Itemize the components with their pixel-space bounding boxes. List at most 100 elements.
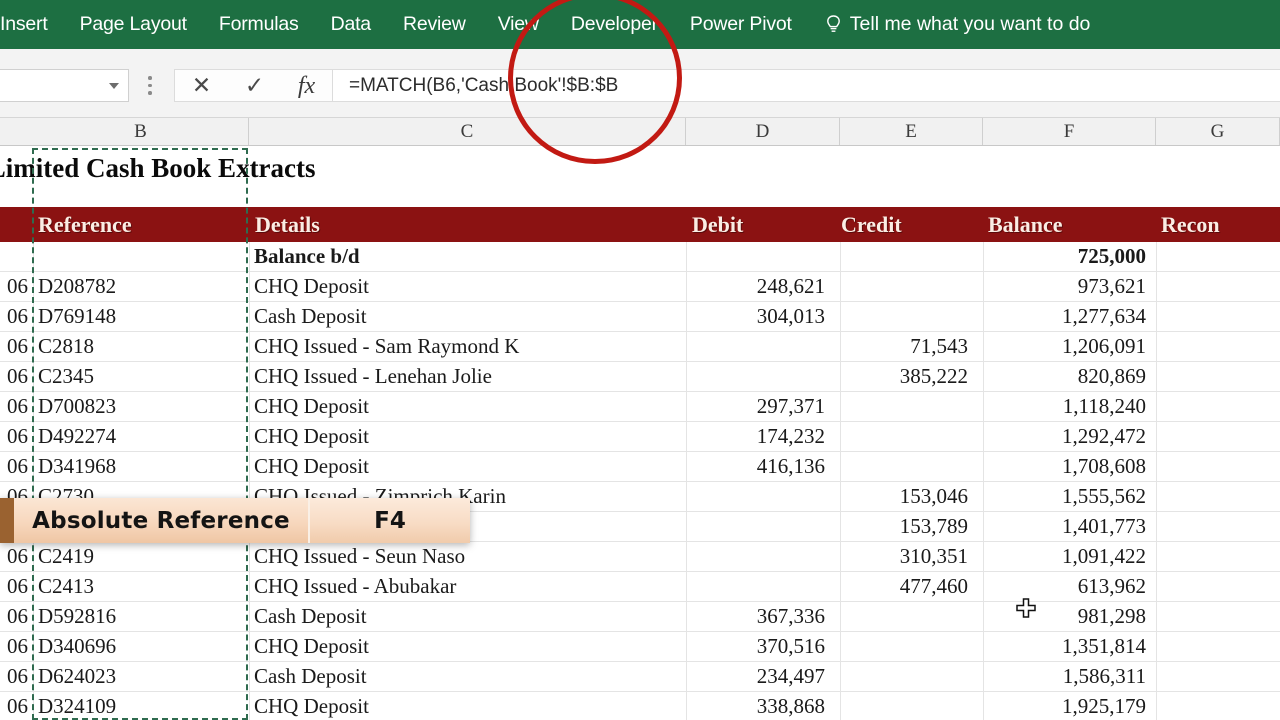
cancel-icon[interactable]: ✕ [192,74,211,97]
table-row[interactable]: 06 C2345 CHQ Issued - Lenehan Jolie 385,222… [0,362,1280,392]
cell-debit[interactable]: 367,336 [686,602,838,631]
cell-date[interactable]: 06 [0,632,30,661]
cell-balance[interactable]: 613,962 [983,572,1154,601]
cell-date[interactable]: 06 [0,602,30,631]
cell-details[interactable]: Balance b/d [249,242,684,271]
cell-recon[interactable] [1156,392,1280,421]
cell-date[interactable]: 06 [0,332,30,361]
cell-debit[interactable] [686,242,838,271]
cell-debit[interactable]: 416,136 [686,452,838,481]
cell-balance[interactable]: 1,277,634 [983,302,1154,331]
table-row[interactable]: Balance b/d 725,000 [0,242,1280,272]
ribbon-tab-review[interactable]: Review [387,0,482,49]
cell-balance[interactable]: 981,298 [983,602,1154,631]
cell-details[interactable]: CHQ Deposit [249,272,684,301]
cell-reference[interactable]: D340696 [33,632,245,661]
cell-balance[interactable]: 1,206,091 [983,332,1154,361]
table-row[interactable]: 06 D341968 CHQ Deposit 416,136 1,708,608 [0,452,1280,482]
cell-debit[interactable] [686,362,838,391]
cell-date[interactable]: 06 [0,452,30,481]
column-header-b[interactable]: B [33,118,249,145]
cell-balance[interactable]: 1,118,240 [983,392,1154,421]
column-header-e[interactable]: E [840,118,983,145]
cell-balance[interactable]: 973,621 [983,272,1154,301]
cell-credit[interactable]: 153,789 [840,512,981,541]
cell-recon[interactable] [1156,272,1280,301]
table-row[interactable]: 06 C2413 CHQ Issued - Abubakar 477,460 613,9… [0,572,1280,602]
cell-debit[interactable]: 248,621 [686,272,838,301]
cell-date[interactable]: 06 [0,542,30,571]
cell-reference[interactable]: D492274 [33,422,245,451]
cell-balance[interactable]: 1,091,422 [983,542,1154,571]
cell-reference[interactable]: C2413 [33,572,245,601]
cell-debit[interactable]: 304,013 [686,302,838,331]
name-box[interactable] [0,69,129,102]
cell-details[interactable]: CHQ Deposit [249,452,684,481]
insert-function-icon[interactable]: fx [298,74,315,98]
cell-date[interactable]: 06 [0,362,30,391]
cell-recon[interactable] [1156,482,1280,511]
table-row[interactable]: 06 D492274 CHQ Deposit 174,232 1,292,472 [0,422,1280,452]
ribbon-tab-formulas[interactable]: Formulas [203,0,315,49]
cell-credit[interactable]: 71,543 [840,332,981,361]
cell-reference[interactable]: D208782 [33,272,245,301]
cell-credit[interactable] [840,302,981,331]
cell-details[interactable]: CHQ Issued - Abubakar [249,572,684,601]
cell-balance[interactable]: 1,292,472 [983,422,1154,451]
cell-reference[interactable]: D769148 [33,302,245,331]
ribbon-tab-view[interactable]: View [482,0,555,49]
cell-reference[interactable]: C2419 [33,542,245,571]
cell-reference[interactable]: D592816 [33,602,245,631]
cell-reference[interactable]: D341968 [33,452,245,481]
cell-credit[interactable] [840,662,981,691]
ribbon-tab-page-layout[interactable]: Page Layout [64,0,203,49]
cell-credit[interactable] [840,692,981,720]
cell-balance[interactable]: 1,555,562 [983,482,1154,511]
cell-date[interactable]: 06 [0,422,30,451]
cell-debit[interactable]: 370,516 [686,632,838,661]
cell-debit[interactable] [686,482,838,511]
cell-details[interactable]: CHQ Issued - Sam Raymond K [249,332,684,361]
cell-date[interactable]: 06 [0,302,30,331]
cell-credit[interactable] [840,272,981,301]
formula-input[interactable]: =MATCH(B6,'Cash Book'!$B:$B [333,69,1280,102]
cell-credit[interactable] [840,632,981,661]
cell-credit[interactable] [840,422,981,451]
cell-recon[interactable] [1156,572,1280,601]
cell-recon[interactable] [1156,242,1280,271]
column-header-g[interactable]: G [1156,118,1280,145]
enter-icon[interactable]: ✓ [245,74,264,97]
cell-balance[interactable]: 1,925,179 [983,692,1154,720]
cell-details[interactable]: CHQ Issued - Seun Naso [249,542,684,571]
cell-date[interactable]: 06 [0,692,30,720]
cell-recon[interactable] [1156,512,1280,541]
table-row[interactable]: 06 D324109 CHQ Deposit 338,868 1,925,179 [0,692,1280,720]
cell-reference[interactable]: D700823 [33,392,245,421]
ribbon-tab-insert[interactable]: Insert [0,0,64,49]
table-row[interactable]: 06 D340696 CHQ Deposit 370,516 1,351,814 [0,632,1280,662]
cell-details[interactable]: Cash Deposit [249,662,684,691]
ribbon-tab-power-pivot[interactable]: Power Pivot [674,0,808,49]
cell-credit[interactable] [840,602,981,631]
cell-balance[interactable]: 1,351,814 [983,632,1154,661]
cell-credit[interactable]: 477,460 [840,572,981,601]
cell-balance[interactable]: 725,000 [983,242,1154,271]
cell-balance[interactable]: 1,708,608 [983,452,1154,481]
ribbon-tab-data[interactable]: Data [315,0,387,49]
cell-reference[interactable]: C2818 [33,332,245,361]
cell-date[interactable]: 06 [0,662,30,691]
cell-details[interactable]: CHQ Deposit [249,692,684,720]
cell-date[interactable]: 06 [0,392,30,421]
column-header-f[interactable]: F [983,118,1156,145]
chevron-down-icon[interactable] [109,83,119,89]
cell-balance[interactable]: 1,586,311 [983,662,1154,691]
cell-balance[interactable]: 1,401,773 [983,512,1154,541]
cell-credit[interactable] [840,392,981,421]
table-row[interactable]: 06 D769148 Cash Deposit 304,013 1,277,634 [0,302,1280,332]
cell-recon[interactable] [1156,692,1280,720]
cell-reference[interactable]: C2345 [33,362,245,391]
cell-details[interactable]: Cash Deposit [249,302,684,331]
cell-debit[interactable]: 297,371 [686,392,838,421]
table-row[interactable]: 06 D624023 Cash Deposit 234,497 1,586,311 [0,662,1280,692]
cell-details[interactable]: CHQ Deposit [249,632,684,661]
